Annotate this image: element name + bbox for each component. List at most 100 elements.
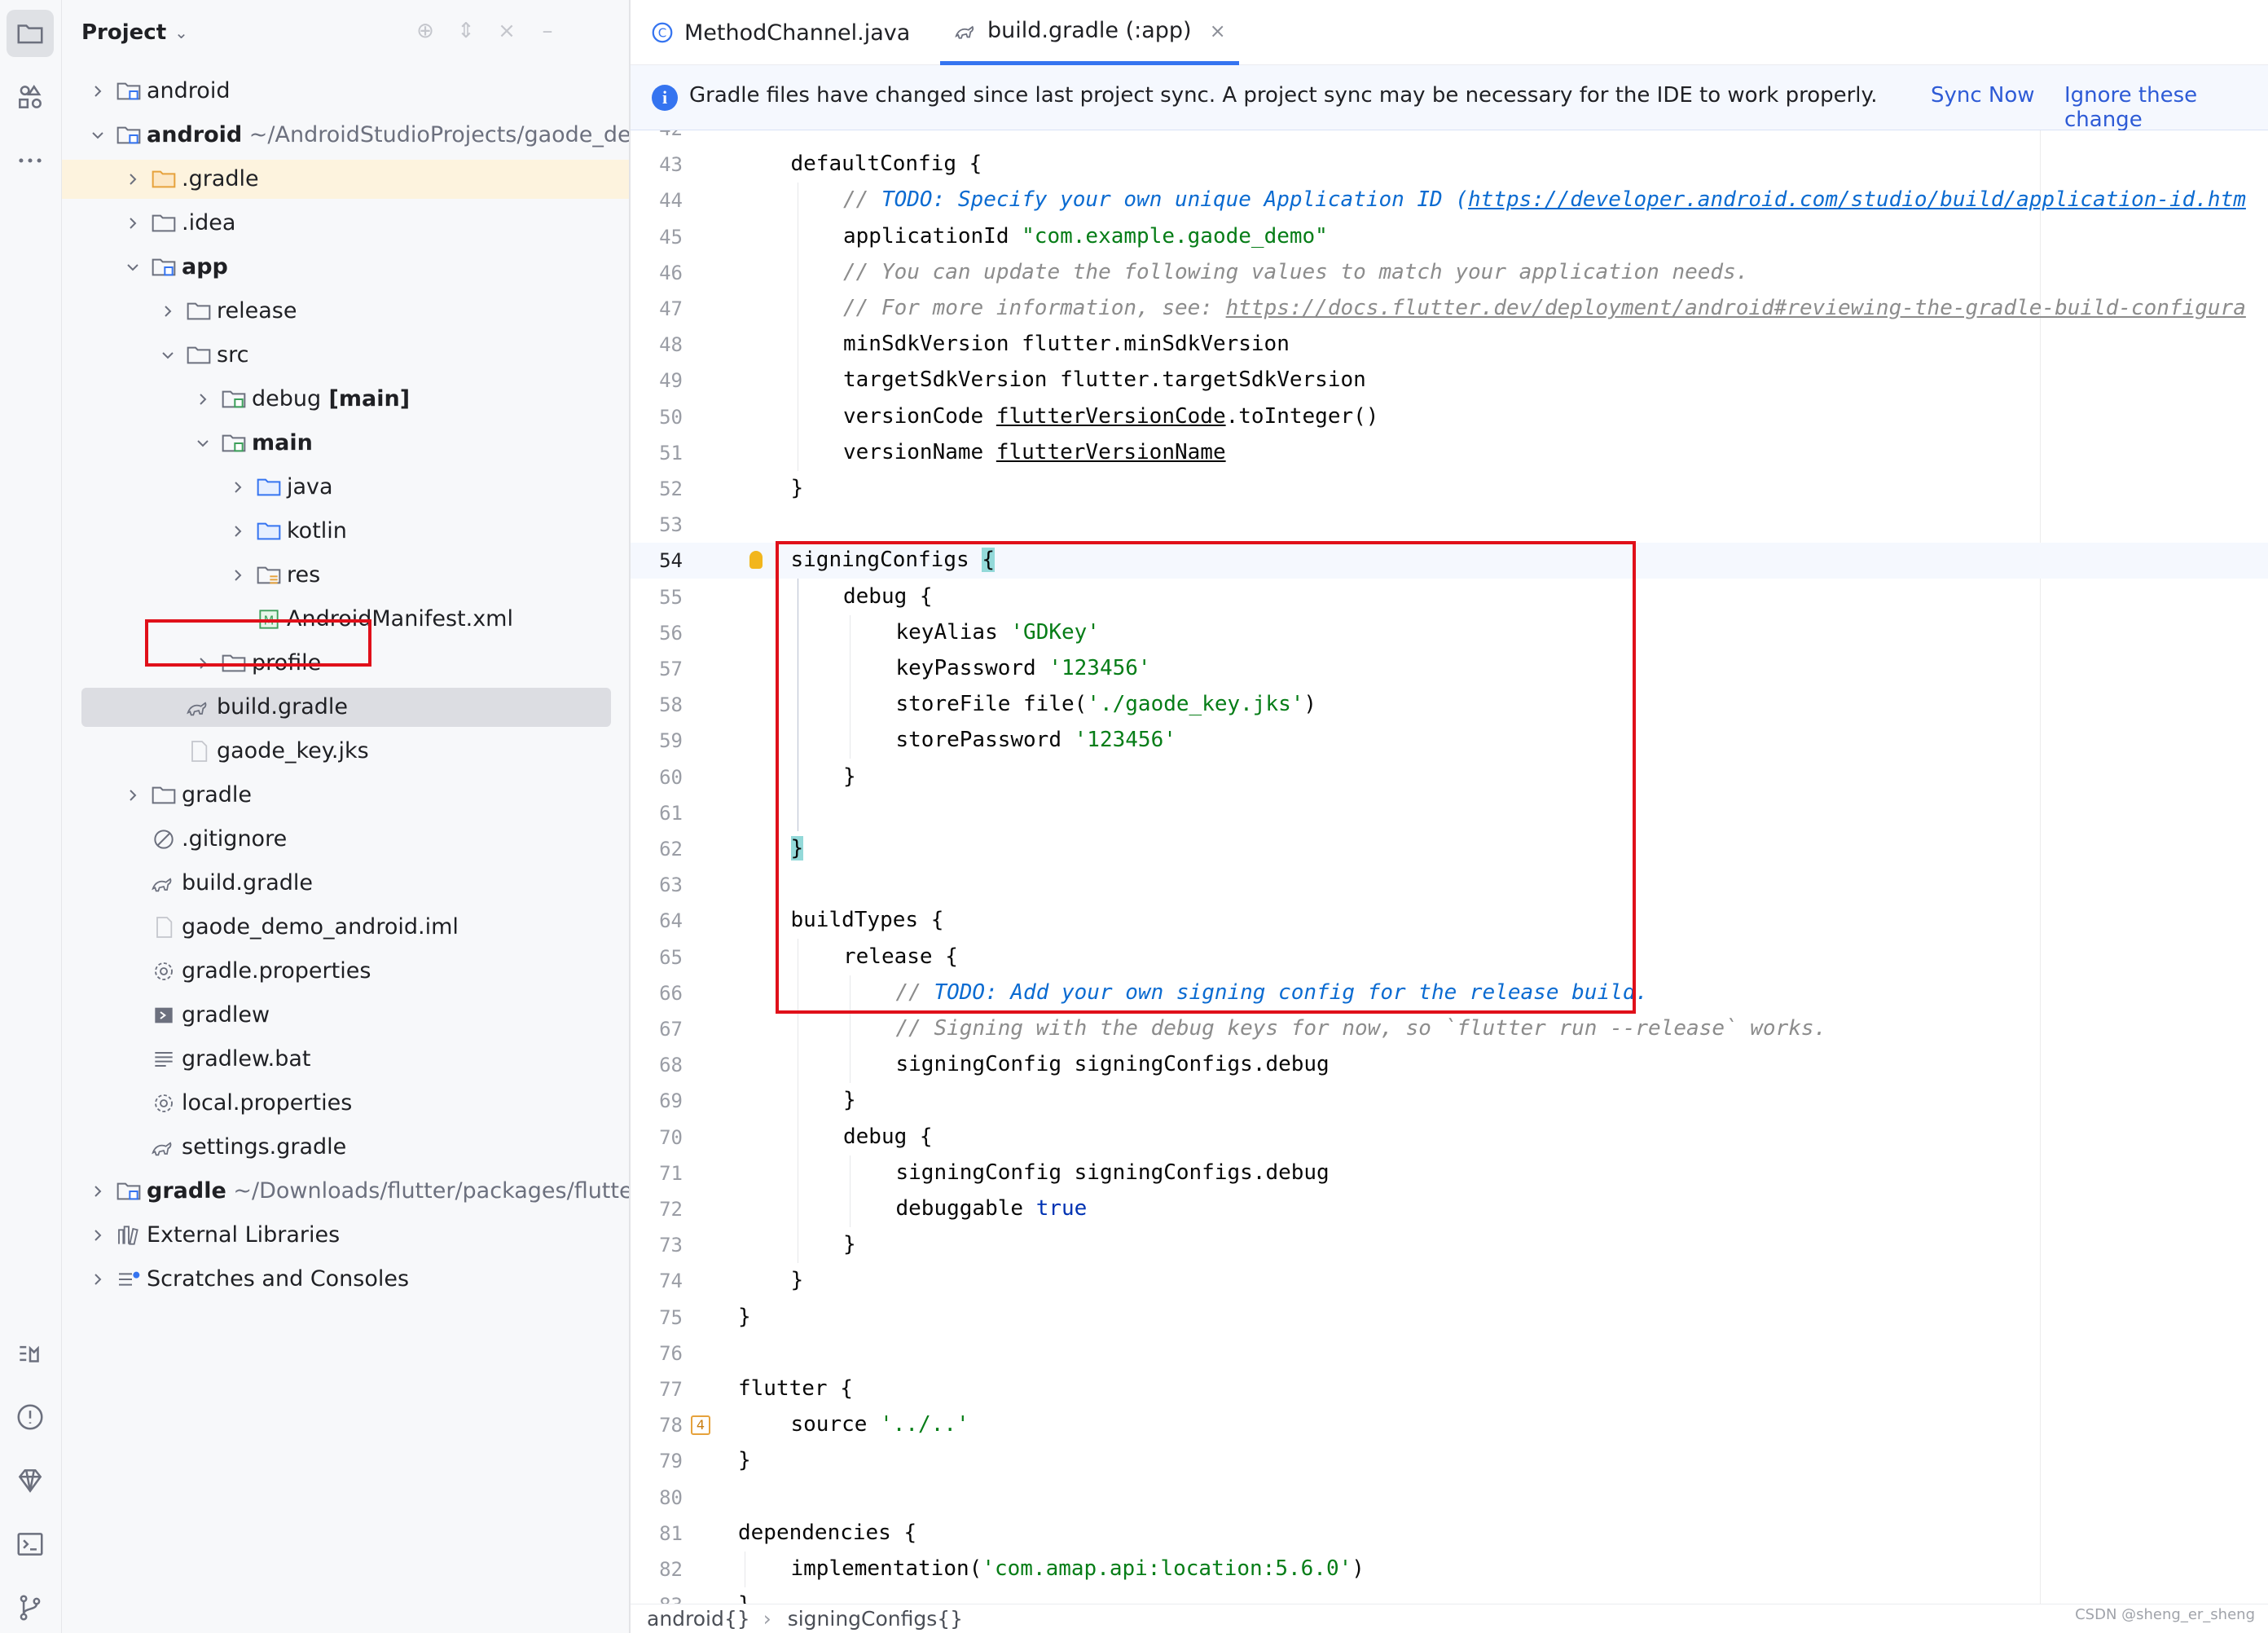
tree-item-name: res [287,562,321,588]
tab-label: MethodChannel.java [684,20,911,46]
sync-now-link[interactable]: Sync Now [1931,83,2035,108]
chevron-right-icon[interactable] [88,1226,108,1245]
chevron-right-icon[interactable] [228,522,248,541]
gem-icon[interactable] [7,1457,54,1504]
tree-item[interactable]: main [62,424,629,463]
chevron-down-icon[interactable] [158,346,178,365]
tree-item[interactable]: android ~/AndroidStudioProjects/gaode_de… [62,116,629,155]
code-token: versionName [843,439,996,464]
tree-item[interactable]: java [62,468,629,507]
chevron-right-icon[interactable] [88,1182,108,1201]
tree-item[interactable]: .idea [62,204,629,243]
tree-item[interactable]: app [62,248,629,287]
tree-item-label: gaode_demo_android.iml [182,914,459,940]
line-number: 78 [659,1414,683,1437]
tree-item-label: gradle.properties [182,958,371,984]
tab-methodchannel-java[interactable]: C MethodChannel.java [650,0,910,65]
tree-item[interactable]: .gitignore [62,820,629,859]
module-folder-icon [151,256,177,279]
chevron-right-icon[interactable] [88,1270,108,1289]
gradle-icon [151,1136,177,1159]
folder-icon [151,212,177,235]
code-token: flutter [738,1376,841,1401]
chevron-down-icon[interactable]: ⌄ [174,23,188,42]
tree-item-label: .gradle [182,166,259,191]
tree-item[interactable]: gradle ~/Downloads/flutter/packages/flut… [62,1172,629,1211]
tree-item[interactable]: gaode_key.jks [62,732,629,771]
line-number: 68 [659,1054,683,1077]
tree-item[interactable]: android [62,72,629,111]
chevron-right-icon[interactable] [228,478,248,497]
chevron-right-icon[interactable] [123,213,143,233]
line-number: 76 [659,1341,683,1365]
git-branch-icon[interactable] [7,1584,54,1631]
tree-item[interactable]: gradle.properties [62,952,629,991]
line-number: 48 [659,333,683,357]
tree-item[interactable]: res [62,556,629,595]
logcat-icon[interactable] [7,1330,54,1377]
chevron-down-icon[interactable] [123,257,143,277]
chevron-right-icon[interactable] [193,390,213,409]
tree-item[interactable]: gradlew [62,996,629,1035]
line-number: 64 [659,909,683,933]
more-tools-icon[interactable] [7,137,54,184]
line-number: 43 [659,153,683,177]
resource-manager-icon[interactable] [7,73,54,121]
breadcrumb-item[interactable]: android{} [647,1607,750,1631]
info-icon: i [652,85,678,111]
tree-item-label: android ~/AndroidStudioProjects/gaode_de… [147,122,629,147]
tree-item[interactable]: gradle [62,776,629,815]
source-set-folder-icon [221,432,247,455]
chevron-right-icon[interactable] [123,786,143,805]
tree-item[interactable]: gradlew.bat [62,1040,629,1079]
chevron-right-icon[interactable] [228,566,248,585]
code-token: '../..' [880,1412,969,1437]
tree-item[interactable]: src [62,336,629,375]
code-line: implementation('com.amap.api:location:5.… [791,1556,1365,1581]
tree-item[interactable]: kotlin [62,512,629,551]
tree-item[interactable]: release [62,292,629,331]
tree-item[interactable]: .gradle [62,160,629,199]
tab-build-gradle-app[interactable]: build.gradle (:app) × [940,0,1239,65]
chevron-down-icon[interactable] [88,125,108,145]
tree-item-label: External Libraries [147,1222,340,1248]
project-panel-title[interactable]: Project [81,20,166,45]
breadcrumb-item[interactable]: signingConfigs{} [788,1607,963,1631]
code-line: } [791,476,804,500]
project-panel: Project ⌄ ⊕ ⇕ × – android android ~/Andro… [62,0,631,1633]
tree-item[interactable]: settings.gradle [62,1128,629,1167]
expand-all-icon[interactable]: ⇕ [453,18,479,44]
tree-item[interactable]: local.properties [62,1084,629,1123]
tree-item[interactable]: gaode_demo_android.iml [62,908,629,947]
tree-item[interactable]: build.gradle [62,864,629,903]
line-number: 54 [659,549,683,573]
tree-item-label: gradlew [182,1002,270,1028]
line-number: 52 [659,478,683,500]
code-token: defaultConfig [790,152,969,177]
tree-item[interactable]: Scratches and Consoles [62,1260,629,1299]
hide-panel-icon[interactable]: – [534,18,560,44]
code-token: } [843,1088,856,1113]
tree-item[interactable]: build.gradle [62,688,629,727]
code-line: // TODO: Specify your own unique Applica… [843,187,2246,212]
problems-icon[interactable] [7,1393,54,1441]
chevron-down-icon[interactable] [193,434,213,453]
tree-item[interactable]: External Libraries [62,1216,629,1255]
code-editor[interactable]: 4243defaultConfig {44// TODO: Specify yo… [631,130,2268,1604]
locate-icon[interactable]: ⊕ [412,18,438,44]
ignore-changes-link[interactable]: Ignore these change [2064,83,2268,132]
chevron-right-icon[interactable] [88,81,108,101]
warning-count-badge[interactable]: 4 [691,1415,710,1436]
tree-item-name: debug [252,386,322,412]
module-folder-icon [116,124,142,147]
tree-item[interactable]: debug [main] [62,380,629,419]
code-token: true [1035,1196,1088,1221]
chevron-right-icon[interactable] [123,169,143,189]
line-number: 53 [659,513,683,537]
collapse-all-icon[interactable]: × [494,18,520,44]
terminal-icon[interactable] [7,1521,54,1568]
close-icon[interactable]: × [1210,20,1226,42]
project-folder-icon[interactable] [7,10,54,57]
chevron-right-icon[interactable] [158,302,178,321]
intention-bulb-icon[interactable] [749,551,763,570]
